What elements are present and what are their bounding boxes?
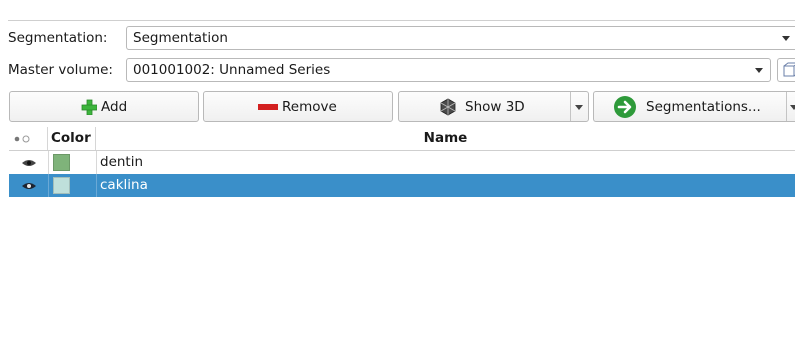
visibility-eye-icon bbox=[14, 135, 30, 143]
table-header: Color Name bbox=[9, 127, 795, 151]
geometry-cube-icon bbox=[783, 62, 795, 77]
visibility-toggle[interactable] bbox=[9, 151, 48, 174]
table-row-selected[interactable]: caklina bbox=[9, 174, 795, 197]
segment-color-cell[interactable] bbox=[48, 174, 96, 197]
segmentation-value: Segmentation bbox=[133, 30, 228, 46]
visibility-toggle[interactable] bbox=[9, 174, 48, 197]
remove-button[interactable]: Remove bbox=[203, 91, 393, 122]
mesh-3d-icon bbox=[440, 98, 456, 115]
master-volume-label: Master volume: bbox=[8, 62, 113, 78]
chevron-down-icon[interactable] bbox=[575, 105, 583, 110]
color-column-header[interactable]: Color bbox=[48, 127, 96, 150]
table-row[interactable]: dentin bbox=[9, 151, 795, 174]
arrow-right-circle-icon bbox=[614, 95, 636, 118]
segment-name[interactable]: caklina bbox=[96, 174, 148, 197]
segmentation-label: Segmentation: bbox=[8, 30, 108, 46]
eye-icon bbox=[22, 183, 36, 189]
chevron-down-icon bbox=[782, 36, 790, 41]
master-volume-value: 001001002: Unnamed Series bbox=[133, 62, 331, 78]
top-divider bbox=[8, 20, 795, 21]
segments-table: Color Name dentin caklina bbox=[9, 127, 795, 197]
master-volume-combobox[interactable]: 001001002: Unnamed Series bbox=[126, 58, 771, 82]
show-3d-button[interactable]: Show 3D bbox=[398, 91, 589, 122]
eye-icon bbox=[22, 160, 36, 166]
segment-name[interactable]: dentin bbox=[96, 151, 143, 174]
show-3d-split-divider bbox=[570, 92, 571, 121]
chevron-down-icon[interactable] bbox=[790, 105, 795, 110]
add-button-label: Add bbox=[101, 98, 128, 115]
geometry-settings-button[interactable] bbox=[777, 58, 795, 82]
name-column-header[interactable]: Name bbox=[96, 127, 795, 150]
plus-icon bbox=[81, 99, 97, 115]
remove-button-label: Remove bbox=[282, 98, 337, 115]
segment-color-cell[interactable] bbox=[48, 151, 96, 174]
segmentations-button[interactable]: Segmentations... bbox=[593, 91, 795, 122]
color-swatch bbox=[53, 177, 70, 194]
minus-icon bbox=[258, 103, 278, 110]
chevron-down-icon bbox=[755, 68, 763, 73]
show-3d-button-label: Show 3D bbox=[465, 98, 525, 115]
segmentation-combobox[interactable]: Segmentation bbox=[126, 26, 795, 50]
segmentations-button-label: Segmentations... bbox=[646, 98, 761, 115]
color-swatch bbox=[53, 154, 70, 171]
add-button[interactable]: Add bbox=[9, 91, 199, 122]
visibility-column-header[interactable] bbox=[9, 127, 48, 150]
segmentations-split-divider bbox=[786, 92, 787, 121]
